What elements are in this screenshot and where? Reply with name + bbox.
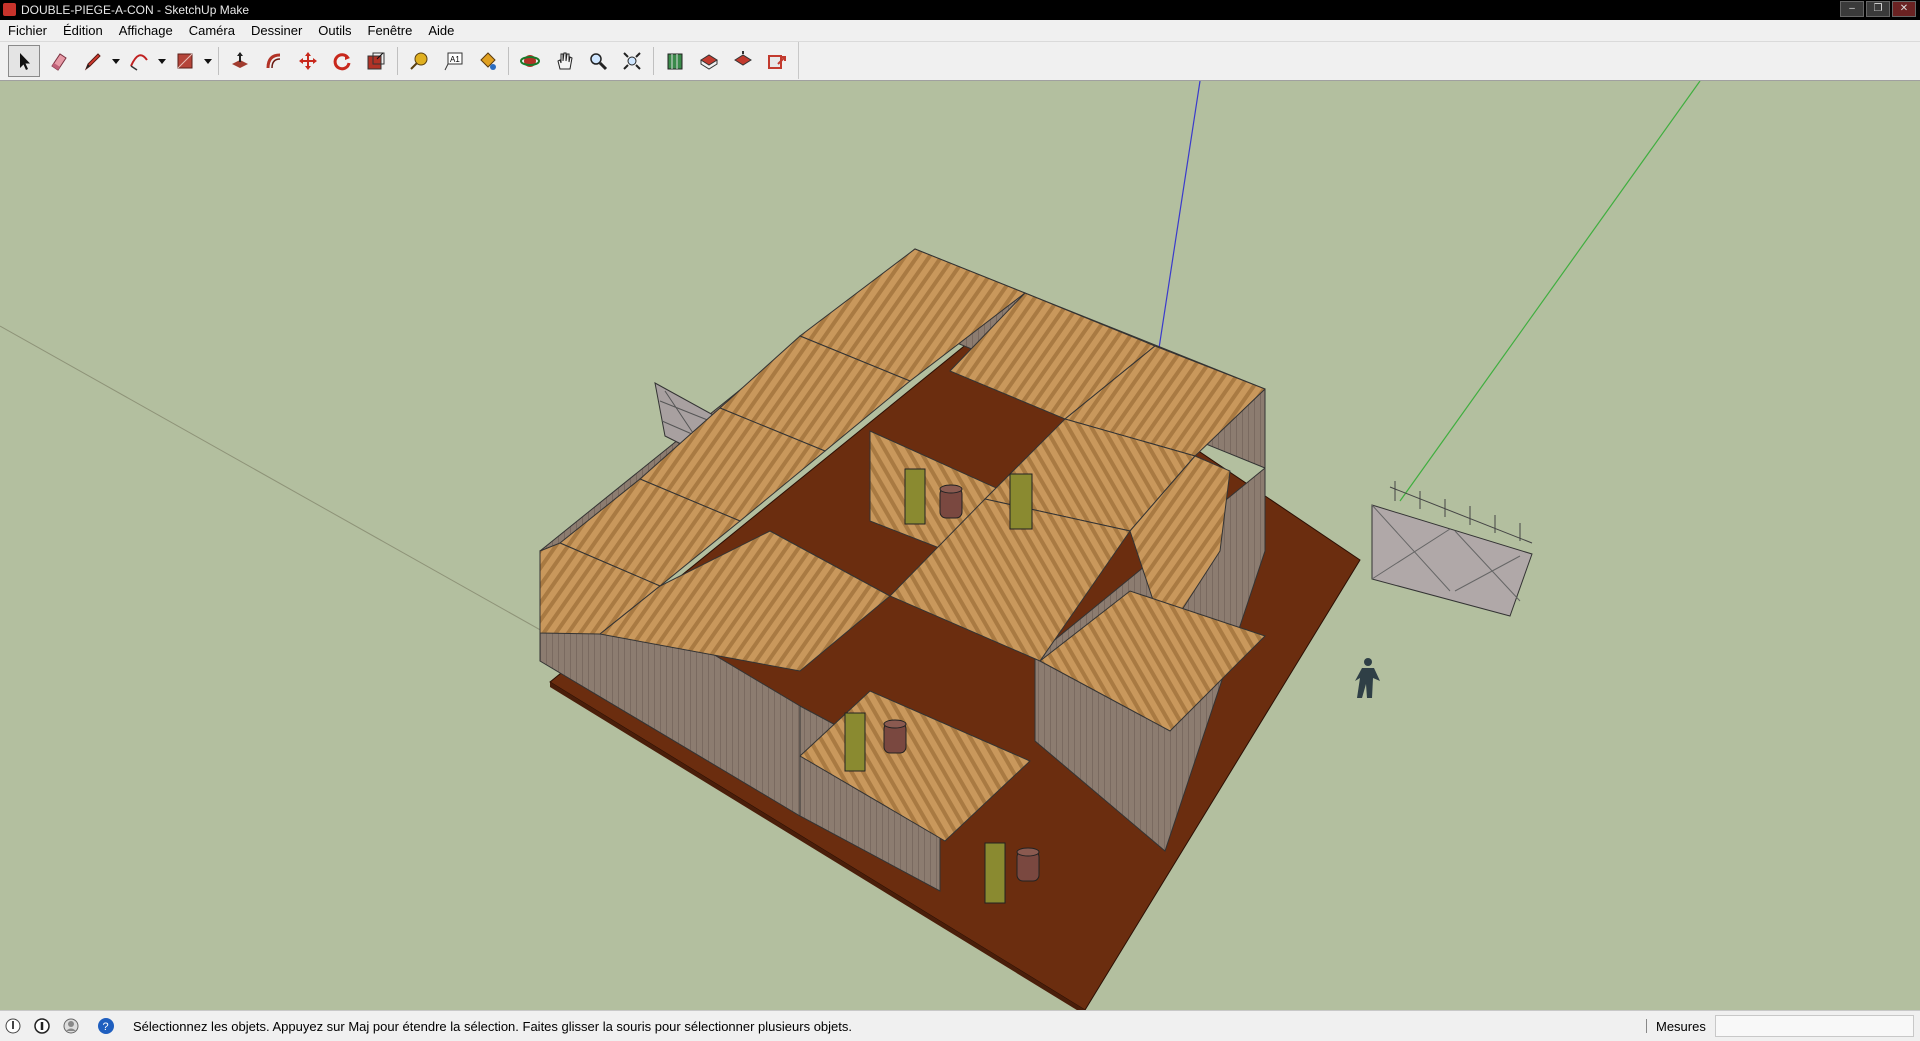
share-model-tool-button[interactable]	[728, 46, 758, 76]
extension-icon	[768, 54, 786, 69]
orbit-icon	[520, 54, 540, 67]
scale-icon	[367, 52, 385, 69]
barrel	[939, 484, 963, 519]
green-axis-line	[1399, 81, 1701, 502]
get-models-tool-button[interactable]	[694, 46, 724, 76]
tape-measure-tool-button[interactable]	[404, 46, 434, 76]
arc-dropdown-caret[interactable]	[156, 46, 168, 76]
help-icon[interactable]: ?	[97, 1017, 115, 1035]
chevron-down-icon	[158, 58, 166, 64]
rotate-icon	[333, 52, 351, 70]
menu-camera[interactable]: Caméra	[181, 23, 243, 38]
move-icon	[299, 51, 317, 70]
eraser-icon	[51, 52, 67, 71]
zoom-extents-icon	[623, 51, 641, 70]
pencil-dropdown-caret[interactable]	[110, 46, 122, 76]
follow-me-icon	[266, 53, 281, 68]
text-tool-button[interactable]: A1	[438, 46, 468, 76]
measurements-label: Mesures	[1656, 1019, 1706, 1034]
user-account-icon[interactable]	[62, 1017, 80, 1035]
scene-canvas[interactable]	[0, 81, 1920, 1010]
menu-aide[interactable]: Aide	[420, 23, 462, 38]
pencil-icon	[84, 52, 101, 70]
pan-tool-button[interactable]	[549, 46, 579, 76]
window-title: DOUBLE-PIEGE-A-CON - SketchUp Make	[21, 3, 250, 17]
warehouse-tool-button[interactable]	[660, 46, 690, 76]
scale-figure	[1355, 658, 1380, 698]
select-icon	[20, 52, 30, 70]
zoom-tool-button[interactable]	[583, 46, 613, 76]
drawing-viewport[interactable]	[0, 81, 1920, 1010]
svg-text:?: ?	[103, 1021, 109, 1033]
credits-icon[interactable]	[33, 1017, 51, 1035]
paint-bucket-tool-button[interactable]	[472, 46, 502, 76]
follow-me-tool-button[interactable]	[259, 46, 289, 76]
scale-tool-button[interactable]	[361, 46, 391, 76]
menu-dessiner[interactable]: Dessiner	[243, 23, 310, 38]
menu-edition[interactable]: Édition	[55, 23, 111, 38]
orbit-tool-button[interactable]	[515, 46, 545, 76]
pencil-tool-button[interactable]	[78, 46, 108, 76]
chevron-down-icon	[204, 58, 212, 64]
status-bar: ? Sélectionnez les objets. Appuyez sur M…	[0, 1010, 1920, 1041]
container-door	[984, 842, 1006, 904]
container-door	[904, 468, 926, 525]
menu-fenetre[interactable]: Fenêtre	[360, 23, 421, 38]
geo-location-icon[interactable]	[4, 1017, 22, 1035]
move-tool-button[interactable]	[293, 46, 323, 76]
menu-affichage[interactable]: Affichage	[111, 23, 181, 38]
menu-fichier[interactable]: Fichier	[0, 23, 55, 38]
eraser-tool-button[interactable]	[44, 46, 74, 76]
toolbar: A1	[0, 42, 1920, 81]
zoom-icon	[590, 52, 608, 70]
minimize-button[interactable]: –	[1840, 1, 1864, 17]
barrel	[1016, 847, 1040, 882]
arc-tool-button[interactable]	[124, 46, 154, 76]
measurements-input[interactable]	[1715, 1015, 1914, 1037]
rotate-tool-button[interactable]	[327, 46, 357, 76]
arc-icon	[130, 53, 148, 71]
zoom-extents-tool-button[interactable]	[617, 46, 647, 76]
svg-text:A1: A1	[450, 55, 460, 64]
rectangle-tool-button[interactable]	[170, 46, 200, 76]
container-door	[1009, 473, 1033, 530]
close-button[interactable]: ✕	[1892, 1, 1916, 17]
push-pull-icon	[232, 51, 248, 68]
text-icon: A1	[444, 52, 463, 70]
right-fence-gate	[1371, 481, 1533, 617]
status-hint-text: Sélectionnez les objets. Appuyez sur Maj…	[133, 1019, 852, 1034]
rectangle-icon	[177, 53, 193, 68]
sketchup-app-icon	[3, 3, 16, 16]
select-tool-button[interactable]	[8, 44, 40, 77]
red-axis-line	[0, 325, 561, 642]
container-door	[844, 712, 866, 772]
restore-button[interactable]: ❐	[1866, 1, 1890, 17]
menu-outils[interactable]: Outils	[310, 23, 359, 38]
get-models-icon	[700, 53, 718, 70]
rectangle-dropdown-caret[interactable]	[202, 46, 214, 76]
3d-warehouse-icon	[667, 53, 683, 69]
chevron-down-icon	[112, 58, 120, 64]
tape-measure-icon	[410, 52, 428, 70]
title-bar: DOUBLE-PIEGE-A-CON - SketchUp Make – ❐ ✕	[0, 0, 1920, 20]
share-model-icon	[734, 50, 752, 66]
paint-bucket-icon	[480, 51, 496, 70]
barrel	[883, 719, 907, 754]
pan-icon	[557, 52, 573, 69]
menu-bar: Fichier Édition Affichage Caméra Dessine…	[0, 20, 1920, 42]
extension-tool-button[interactable]	[762, 46, 792, 76]
push-pull-tool-button[interactable]	[225, 46, 255, 76]
